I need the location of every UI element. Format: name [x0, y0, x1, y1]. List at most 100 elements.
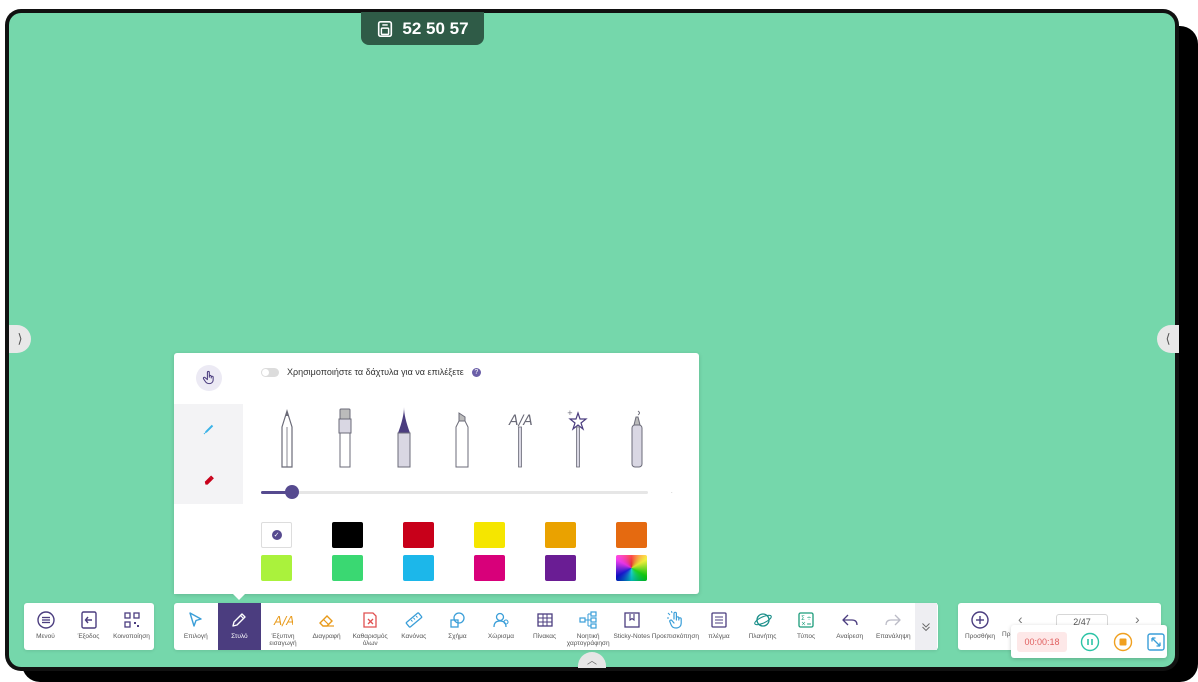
pen-type-pencil[interactable]	[269, 407, 305, 469]
finger-select-toggle[interactable]	[261, 367, 279, 377]
eraser-tip-icon	[204, 475, 214, 485]
planet-button[interactable]: Πλανήτης	[741, 603, 785, 650]
eraser-button[interactable]: Διαγραφή	[305, 603, 349, 650]
expand-recorder-button[interactable]	[1146, 632, 1166, 652]
undo-icon	[842, 614, 858, 626]
redo-icon	[885, 614, 901, 626]
color-swatch[interactable]	[332, 555, 363, 581]
exit-label: Έξοδος	[77, 633, 100, 640]
cursor-icon	[189, 612, 202, 627]
ruler-icon	[405, 612, 423, 628]
chevron-up-icon: ︿	[587, 656, 597, 667]
recording-time: 00:00:18	[1017, 631, 1067, 652]
clear-all-icon	[363, 612, 377, 628]
pen-type-laser-pen[interactable]	[619, 407, 655, 469]
session-code: 52 50 57	[402, 18, 469, 38]
stop-recording-button[interactable]	[1113, 632, 1133, 652]
color-swatch[interactable]	[332, 522, 363, 548]
right-edge-tab[interactable]: ⟨	[1157, 325, 1179, 353]
pen-tool-label: Στυλό	[231, 633, 248, 640]
pen-type-highlighter[interactable]	[444, 407, 480, 469]
split-button[interactable]: Χώρισμα	[479, 603, 523, 650]
sticky-notes-label: Sticky-Notes	[613, 633, 650, 640]
formula-button[interactable]: Σ ÷ × = Τύπος	[784, 603, 828, 650]
smart-ink-label: Έξυπνη εισαγωγή	[269, 633, 297, 647]
pen-tool-button[interactable]: Στυλό	[217, 603, 262, 650]
pen-type-text-pen[interactable]: A/A	[502, 407, 538, 469]
preview-label: Προεπισκόπηση	[651, 633, 699, 640]
double-chevron-down-icon	[922, 622, 930, 631]
pen-type-magic-pen[interactable]: +	[560, 407, 596, 469]
pen-type-marker[interactable]	[327, 407, 363, 469]
table-icon	[536, 613, 553, 627]
main-toolbar: Επιλογή Στυλό A/A Έξυπνη εισαγωγή Διαγρα…	[174, 603, 938, 650]
expand-icon	[1147, 632, 1165, 651]
color-swatch[interactable]	[474, 555, 505, 581]
screen-recorder: 00:00:18	[1011, 625, 1167, 658]
sticky-notes-button[interactable]: Sticky-Notes	[610, 603, 654, 650]
grid-button[interactable]: πλέγμα	[697, 603, 741, 650]
stop-icon	[1113, 632, 1133, 651]
color-swatch[interactable]	[474, 522, 505, 548]
formula-icon: Σ ÷× =	[798, 612, 814, 628]
planet-label: Πλανήτης	[748, 633, 777, 640]
select-tool-button[interactable]: Επιλογή	[174, 603, 218, 650]
color-swatch[interactable]	[403, 522, 434, 548]
ruler-label: Κανόνας	[401, 633, 427, 640]
share-label: Κοινοποίηση	[113, 633, 150, 640]
eraser-mode-button[interactable]	[174, 454, 243, 504]
help-icon[interactable]: ?	[471, 367, 481, 377]
session-code-badge[interactable]: 52 50 57	[361, 12, 484, 45]
color-swatch[interactable]	[261, 555, 292, 581]
finger-select-label: Χρησιμοποιήστε τα δάχτυλα για να επιλέξε…	[287, 367, 464, 377]
highlighter-icon	[455, 412, 469, 468]
smart-ink-button[interactable]: A/A Έξυπνη εισαγωγή	[261, 603, 305, 650]
page-list-label: Πρ	[1002, 631, 1011, 638]
finger-mode-button[interactable]	[174, 353, 243, 403]
ruler-button[interactable]: Κανόνας	[392, 603, 436, 650]
finger-select-row: Χρησιμοποιήστε τα δάχτυλα για να επιλέξε…	[261, 367, 481, 377]
share-button[interactable]: Κοινοποίηση	[110, 603, 153, 650]
pen-type-list: A/A +	[269, 407, 659, 469]
preview-button[interactable]: Προεπισκόπηση	[651, 603, 699, 650]
undo-button[interactable]: Αναίρεση	[828, 603, 872, 650]
laser-pen-icon	[631, 410, 643, 468]
add-page-button[interactable]: Προσθήκη	[958, 603, 1002, 650]
color-swatch[interactable]	[545, 555, 576, 581]
thickness-slider[interactable]	[261, 485, 648, 499]
exit-button[interactable]: Έξοδος	[67, 603, 110, 650]
pen-type-brush[interactable]	[386, 407, 422, 469]
select-tool-label: Επιλογή	[183, 633, 208, 640]
mind-map-icon	[579, 611, 597, 629]
clear-all-button[interactable]: Καθαρισμός όλων	[348, 603, 392, 650]
pen-icon	[232, 613, 247, 627]
hand-pointer-icon	[202, 370, 214, 385]
marker-icon	[338, 408, 352, 468]
mind-map-button[interactable]: Νοητική χαρτογράφηση	[566, 603, 610, 650]
chevron-right-icon: ⟩	[17, 331, 23, 346]
svg-text:A/A: A/A	[273, 614, 293, 628]
thickness-slider-thumb[interactable]	[284, 485, 299, 499]
pause-recording-button[interactable]	[1080, 632, 1100, 652]
menu-button[interactable]: Μενού	[24, 603, 67, 650]
redo-button[interactable]: Επανάληψη	[872, 603, 916, 650]
add-circle-icon	[971, 611, 989, 629]
toolbar-collapse-button[interactable]	[915, 603, 938, 650]
pencil-icon	[281, 408, 293, 468]
shape-label: Σχήμα	[448, 633, 467, 640]
color-swatch[interactable]	[616, 522, 647, 548]
color-palette: ✓	[261, 522, 647, 581]
color-swatch[interactable]	[403, 555, 434, 581]
exit-icon	[80, 611, 97, 629]
color-swatch[interactable]: ✓	[261, 522, 292, 548]
pen-settings-panel: Χρησιμοποιήστε τα δάχτυλα για να επιλέξε…	[174, 353, 699, 594]
color-swatch[interactable]	[545, 522, 576, 548]
table-button[interactable]: Πίνακας	[523, 603, 567, 650]
text-pen-icon: A/A	[508, 413, 532, 468]
shape-button[interactable]: Σχήμα	[436, 603, 480, 650]
grid-label: πλέγμα	[708, 633, 730, 640]
pen-mode-button[interactable]	[174, 404, 243, 454]
left-toolbar: Μενού Έξοδος Κοινοποίηση	[24, 603, 154, 650]
planet-icon	[753, 613, 772, 627]
custom-color-swatch[interactable]	[616, 555, 647, 581]
